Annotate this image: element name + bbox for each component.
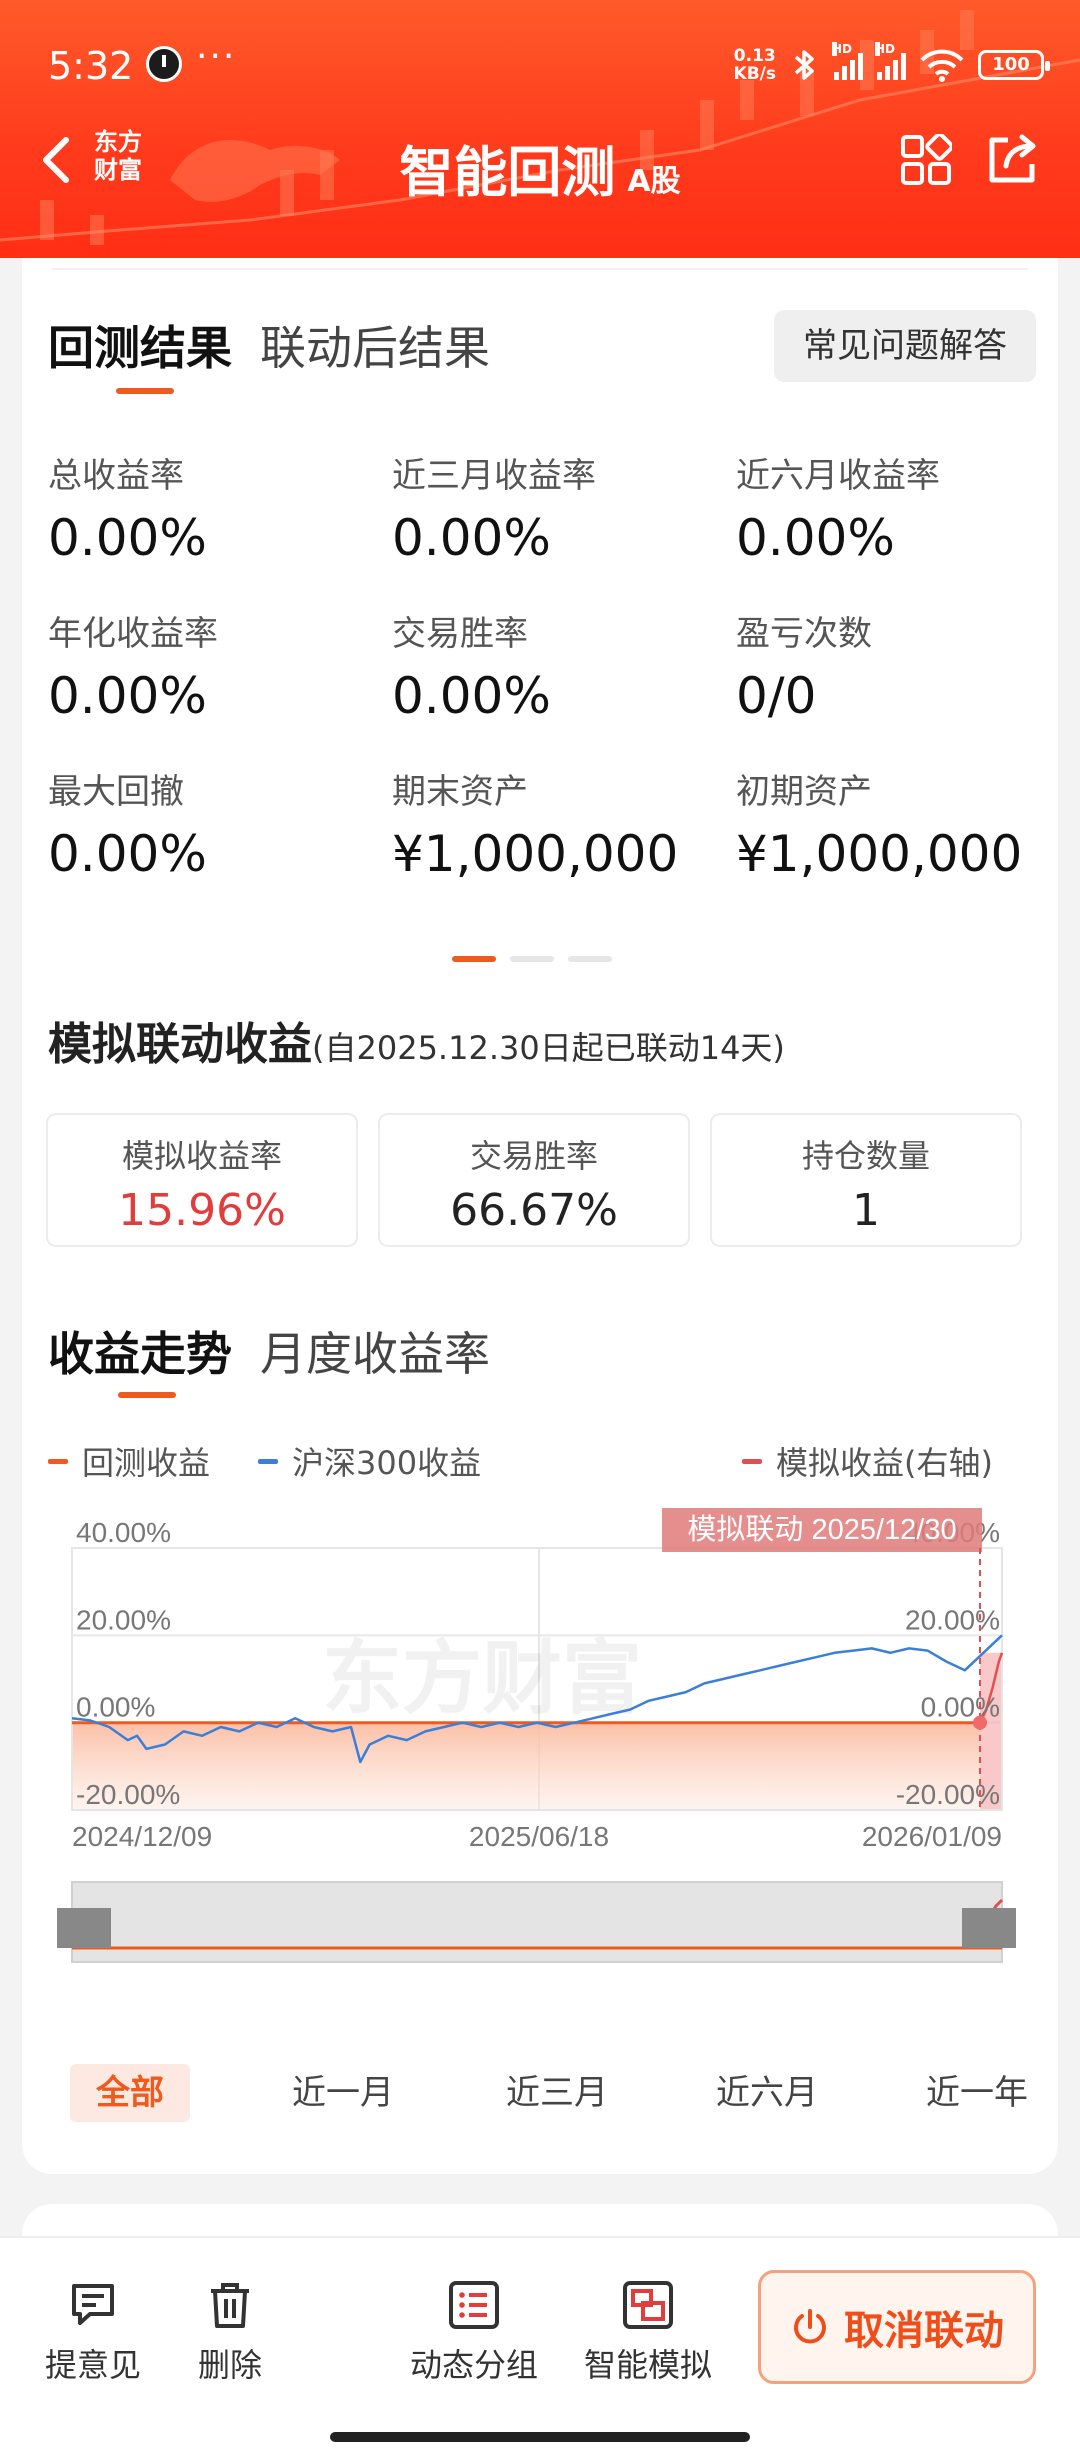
smart-simulate-button[interactable]: 智能模拟 <box>574 2280 722 2386</box>
metrics-pager <box>452 956 612 962</box>
range-all[interactable]: 全部 <box>70 2064 190 2122</box>
cancel-linkage-button[interactable]: 取消联动 <box>758 2270 1036 2384</box>
y-right-tick: 0.00% <box>921 1692 1000 1723</box>
sim-return-value: 15.96% <box>118 1185 286 1236</box>
linkage-annotation: 模拟联动 2025/12/30 <box>662 1508 982 1552</box>
tab-backtest-result[interactable]: 回测结果 <box>48 312 232 394</box>
signal-icon-1: HD <box>832 42 863 80</box>
sim-note: (自2025.12.30日起已联动14天) <box>312 1029 785 1067</box>
y-right-tick: 20.00% <box>905 1604 1000 1635</box>
trend-tabs: 收益走势 月度收益率 <box>48 1318 490 1398</box>
simulate-icon <box>623 2281 673 2329</box>
grid-icon[interactable] <box>900 134 952 186</box>
tab-linked-result[interactable]: 联动后结果 <box>260 312 490 378</box>
svg-text:模拟联动 2025/12/30: 模拟联动 2025/12/30 <box>687 1513 956 1546</box>
range-1m[interactable]: 近一月 <box>278 2064 408 2122</box>
header: 5:32 ··· 0.13 KB/s HD HD 100 东方 财富 智能回测 … <box>0 0 1080 258</box>
legend-backtest[interactable]: 回测收益 <box>48 1438 210 1484</box>
x-tick: 2026/01/09 <box>862 1821 1002 1852</box>
pager-dot-2[interactable] <box>510 956 554 962</box>
legend-swatch <box>742 1458 762 1464</box>
page-title-sub: A股 <box>627 164 681 199</box>
pager-dot-1[interactable] <box>452 956 496 962</box>
status-time: 5:32 <box>48 44 134 88</box>
y-right-tick: -20.00% <box>896 1779 1000 1810</box>
metric-final-assets: 期末资产 ¥1,000,000 <box>392 772 679 883</box>
legend-swatch <box>258 1458 278 1464</box>
legend-sim[interactable]: 模拟收益(右轴) <box>742 1438 993 1484</box>
chart-legend: 回测收益 沪深300收益 模拟收益(右轴) <box>48 1438 1038 1482</box>
metric-total-return: 总收益率 0.00% <box>48 456 207 567</box>
card-divider <box>52 268 1028 270</box>
bluetooth-icon <box>794 50 814 80</box>
notification-app-icon <box>146 46 182 82</box>
return-trend-chart[interactable]: 东方财富 40.00%40.00%20.00%20.00%0.00%0.00%-… <box>22 1508 1058 2028</box>
legend-swatch <box>48 1458 68 1464</box>
legend-hs300[interactable]: 沪深300收益 <box>258 1438 481 1484</box>
trash-icon <box>211 2283 249 2328</box>
range-brush[interactable] <box>57 1881 1016 1963</box>
y-left-tick: 40.00% <box>76 1517 171 1548</box>
dynamic-group-button[interactable]: 动态分组 <box>400 2280 548 2386</box>
sim-stats: 模拟收益率 15.96% 交易胜率 66.67% 持仓数量 1 <box>46 1113 1022 1247</box>
brush-track <box>71 1881 1003 1963</box>
feedback-button[interactable]: 提意见 <box>38 2280 148 2386</box>
y-left-tick: 20.00% <box>76 1604 171 1635</box>
linkage-dot <box>973 1715 987 1730</box>
result-card: 回测结果 联动后结果 常见问题解答 总收益率 0.00% 近三月收益率 0.00… <box>22 258 1058 2174</box>
range-1y[interactable]: 近一年 <box>912 2064 1042 2122</box>
metric-6m-return: 近六月收益率 0.00% <box>736 456 940 567</box>
range-6m[interactable]: 近六月 <box>702 2064 832 2122</box>
status-bar: 5:32 ··· 0.13 KB/s HD HD 100 <box>0 0 1080 130</box>
status-icons: 0.13 KB/s HD HD 100 <box>733 40 1050 90</box>
more-notifications-icon: ··· <box>196 36 237 77</box>
brush-handle-right[interactable] <box>962 1908 1016 1948</box>
backtest-area-fill <box>73 1722 980 1809</box>
faq-button[interactable]: 常见问题解答 <box>774 310 1036 382</box>
sim-win-rate-box: 交易胜率 66.67% <box>378 1113 690 1247</box>
share-icon[interactable] <box>984 132 1040 188</box>
sim-title: 模拟联动收益(自2025.12.30日起已联动14天) <box>48 1019 785 1070</box>
x-tick: 2025/06/18 <box>469 1821 609 1852</box>
tab-return-trend[interactable]: 收益走势 <box>48 1318 232 1398</box>
net-speed: 0.13 KB/s <box>733 46 776 84</box>
range-selector: 全部 近一月 近三月 近六月 近一年 <box>48 2064 1038 2122</box>
y-left-tick: 0.00% <box>76 1692 155 1723</box>
metric-max-drawdown: 最大回撤 0.00% <box>48 772 207 883</box>
signal-icon-2: HD <box>875 42 906 80</box>
sim-return-box: 模拟收益率 15.96% <box>46 1113 358 1247</box>
list-icon <box>449 2281 499 2329</box>
feedback-icon <box>72 2284 114 2325</box>
home-indicator[interactable] <box>330 2432 750 2442</box>
delete-button[interactable]: 删除 <box>180 2280 280 2386</box>
metric-win-rate: 交易胜率 0.00% <box>392 614 551 725</box>
result-tabs: 回测结果 联动后结果 <box>48 312 490 394</box>
bottom-toolbar: 提意见 删除 动态分组 智能模拟 取消联动 <box>0 2236 1080 2460</box>
y-left-tick: -20.00% <box>76 1779 180 1810</box>
brush-handle-left[interactable] <box>57 1908 111 1948</box>
battery-icon: 100 <box>978 50 1050 80</box>
chart-watermark: 东方财富 <box>322 1634 642 1723</box>
metric-annual-return: 年化收益率 0.00% <box>48 614 218 725</box>
metric-initial-assets: 初期资产 ¥1,000,000 <box>736 772 1023 883</box>
wifi-icon <box>920 49 964 82</box>
tab-monthly-return[interactable]: 月度收益率 <box>260 1318 490 1384</box>
x-tick: 2024/12/09 <box>72 1821 212 1852</box>
range-3m[interactable]: 近三月 <box>492 2064 622 2122</box>
metric-win-loss-count: 盈亏次数 0/0 <box>736 614 872 725</box>
pager-dot-3[interactable] <box>568 956 612 962</box>
sim-holdings-box: 持仓数量 1 <box>710 1113 1022 1247</box>
metric-3m-return: 近三月收益率 0.00% <box>392 456 596 567</box>
power-icon <box>794 2309 826 2344</box>
